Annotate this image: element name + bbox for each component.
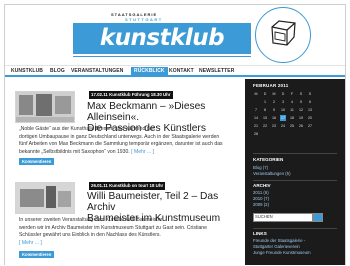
article-thumbnail[interactable] — [15, 182, 75, 214]
calendar-title: FEBRUAR 2011 — [253, 83, 289, 88]
calendar-weekday: D — [263, 92, 267, 96]
calendar-day[interactable]: 7 — [253, 107, 259, 113]
sidebar: FEBRUAR 2011 M D M D F S S 1 2 3 4 5 6 7… — [245, 79, 345, 265]
calendar-day[interactable]: 19 — [298, 115, 304, 121]
category-link[interactable]: Veranstaltungen (5) — [253, 171, 291, 176]
calendar-weekday: S — [299, 92, 303, 96]
read-more-link[interactable]: [ Mehr ... ] — [131, 149, 154, 155]
calendar-day[interactable]: 5 — [298, 99, 304, 105]
calendar-day[interactable]: 3 — [280, 99, 286, 105]
calendar-weekday: D — [281, 92, 285, 96]
calendar-weekday: M — [254, 92, 258, 96]
calendar-day[interactable]: 15 — [262, 115, 268, 121]
article-title-line[interactable]: Willi Baumeister, Teil 2 – Das Archiv — [87, 191, 247, 213]
article-date: 17.02.11 Kunstklub Führung 18.30 Uhr — [89, 91, 173, 99]
excerpt-line: bekannte „Selbstbildnis mit Saxophon“ vo… — [19, 149, 243, 157]
page: STAATSGALERIE STUTTGART kunstklub KUNSTK… — [4, 4, 346, 265]
comment-button[interactable]: Kommentieren — [19, 158, 55, 165]
calendar-day[interactable]: 10 — [280, 107, 286, 113]
article-excerpt: „Noble Gäste“ aus der Kunsthalle Bremen … — [19, 126, 243, 156]
main-content: 17.02.11 Kunstklub Führung 18.30 Uhr Max… — [5, 79, 243, 265]
excerpt-line: dortigen Umbaupause in ganz Deutschland … — [19, 133, 220, 140]
article-thumbnail[interactable] — [15, 91, 75, 123]
calendar-day[interactable]: 12 — [298, 107, 304, 113]
sidebar-divider — [253, 153, 337, 154]
categories-heading: KATEGORIEN — [253, 157, 284, 162]
archive-link[interactable]: 2009 (2) — [253, 202, 269, 207]
nav-veranstaltungen[interactable]: VERANSTALTUNGEN — [71, 67, 123, 75]
archive-link[interactable]: 2011 (6) — [253, 190, 269, 195]
excerpt-line: fünf Arbeiten von Max Beckmann die Samml… — [19, 141, 223, 148]
calendar-day[interactable]: 16 — [271, 115, 277, 121]
sidebar-divider — [253, 180, 337, 181]
logo-underline — [73, 56, 251, 57]
calendar-day[interactable]: 22 — [262, 123, 268, 129]
calendar-day[interactable]: 26 — [298, 123, 304, 129]
calendar-day[interactable]: 23 — [271, 123, 277, 129]
excerpt-line: [ Mehr ... ] — [19, 240, 243, 248]
calendar-day[interactable]: 21 — [253, 123, 259, 129]
calendar-day[interactable]: 11 — [289, 107, 295, 113]
external-link-continuation[interactable]: Stuttgarter Galerieverein — [253, 244, 300, 249]
armchair-icon — [271, 20, 296, 46]
calendar-day[interactable]: 6 — [307, 99, 313, 105]
calendar-day[interactable]: 20 — [307, 115, 313, 121]
kunstklub-logo[interactable]: kunstklub — [73, 23, 251, 54]
calendar-day-selected[interactable]: 17 — [280, 115, 286, 121]
calendar-day[interactable]: 18 — [289, 115, 295, 121]
brand-city: STUTTGART — [125, 17, 163, 22]
links-heading: LINKS — [253, 231, 267, 236]
calendar-weekday: F — [290, 92, 294, 96]
search-placeholder: SUCHEN — [255, 214, 273, 219]
calendar-day[interactable]: 28 — [253, 131, 259, 137]
excerpt-line: In unserer zweiten Veranstaltung zum Kün… — [19, 217, 163, 223]
nav-newsletter[interactable]: NEWSLETTER — [199, 67, 234, 75]
excerpt-line: werden wir im Archiv Baumeister im Kunst… — [19, 224, 207, 231]
article-date: 26.01.11 Kunstklub on tour! 18 Uhr — [89, 182, 166, 190]
excerpt-text: bekannte „Selbstbildnis mit Saxophon“ vo… — [19, 148, 130, 155]
calendar-day[interactable]: 14 — [253, 115, 259, 121]
nav-blog[interactable]: BLOG — [50, 67, 65, 75]
calendar-day[interactable]: 1 — [262, 99, 268, 105]
calendar-day[interactable]: 24 — [280, 123, 286, 129]
calendar-day[interactable]: 9 — [271, 107, 277, 113]
calendar: M D M D F S S 1 2 3 4 5 6 7 8 9 10 11 12… — [253, 91, 317, 147]
calendar-weekday: S — [308, 92, 312, 96]
calendar-day[interactable]: 8 — [262, 107, 268, 113]
calendar-day[interactable]: 27 — [307, 123, 313, 129]
search-button[interactable] — [313, 213, 323, 222]
comment-button[interactable]: Kommentieren — [19, 251, 55, 258]
calendar-day[interactable]: 2 — [271, 99, 277, 105]
archive-heading: ARCHIV — [253, 183, 271, 188]
excerpt-line: „Noble Gäste“ aus der Kunsthalle Bremen … — [19, 126, 155, 132]
external-link[interactable]: Freunde der Staatsgalerie - — [253, 238, 305, 243]
excerpt-line: Schüssler gewährt uns Einblick in den Na… — [19, 232, 161, 239]
calendar-weekday: M — [272, 92, 276, 96]
sidebar-divider — [253, 228, 337, 229]
external-link[interactable]: Junge Freunde Kunstmuseum — [253, 250, 311, 255]
article-excerpt: In unserer zweiten Veranstaltung zum Kün… — [19, 217, 243, 247]
nav-kunstklub[interactable]: KUNSTKLUB — [11, 67, 43, 75]
archive-link[interactable]: 2010 (7) — [253, 196, 269, 201]
category-link[interactable]: Blog (7) — [253, 165, 268, 170]
read-more-link[interactable]: [ Mehr ... ] — [19, 240, 42, 246]
nav-accent-bar — [5, 75, 345, 77]
calendar-day[interactable]: 13 — [307, 107, 313, 113]
nav-rueckblick[interactable]: RÜCKBLICK — [131, 67, 168, 75]
calendar-day[interactable]: 25 — [289, 123, 295, 129]
article-title-line[interactable]: Max Beckmann – »Dieses Alleinsein«. — [87, 101, 247, 123]
nav-kontakt[interactable]: KONTAKT — [169, 67, 194, 75]
calendar-day[interactable]: 4 — [289, 99, 295, 105]
site-header: STAATSGALERIE STUTTGART kunstklub — [5, 5, 345, 65]
